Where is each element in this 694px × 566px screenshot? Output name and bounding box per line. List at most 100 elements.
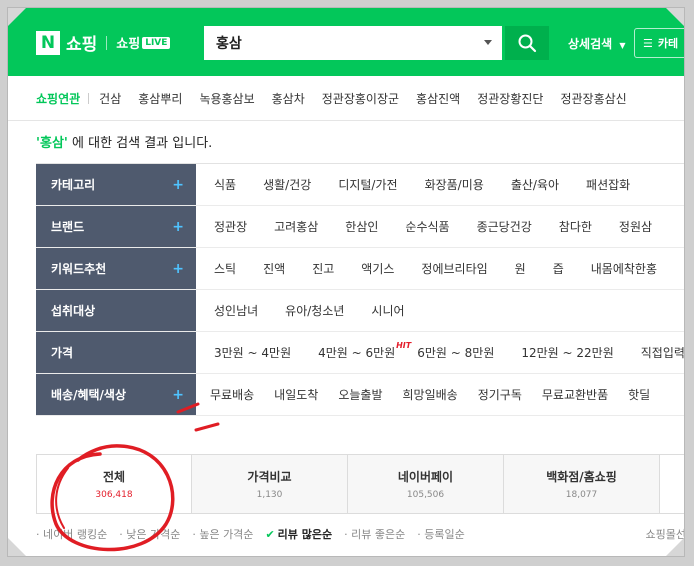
tab-department-store[interactable]: 백화점/홈쇼핑 18,077 [504,455,660,513]
related-keyword[interactable]: 정관장홍삼신 [560,90,626,107]
search-button[interactable] [505,26,549,60]
filter-option[interactable]: 식품 [214,176,236,193]
filter-option[interactable]: 출산/육아 [511,176,559,193]
result-tabs: 전체 306,418 가격비교 1,130 네이버페이 105,506 백화점/… [36,454,684,514]
filter-option[interactable]: 패션잡화 [586,176,630,193]
filter-row-delivery: 배송/혜택/색상 + 무료배송 내일도착 오늘출발 희망일배송 정기구독 무료교환… [36,374,684,416]
filter-option[interactable]: 내일도착 [274,386,318,403]
hit-badge: HIT [396,341,412,350]
filter-option[interactable]: 핫딜 [628,386,650,403]
chevron-down-icon: ▼ [619,41,626,50]
result-message: '홍삼' 에 대한 검색 결과 입니다. [36,132,212,151]
search-input[interactable] [214,34,458,52]
filter-option[interactable]: 성인남녀 [214,302,258,319]
filter-option[interactable]: 참다한 [559,218,592,235]
frame-corner [8,538,26,556]
filter-option[interactable]: 정에브리타임 [421,260,487,277]
filter-option[interactable]: 즙 [553,260,564,277]
category-button[interactable]: ☰ 카테 [634,28,684,58]
filter-option-hit[interactable]: 4만원 ~ 6만원 HIT [318,341,411,361]
sort-option[interactable]: · 낮은 가격순 [119,526,180,542]
filter-label[interactable]: 카테고리 + [36,164,196,205]
check-icon: ✔ [265,528,275,541]
filter-option[interactable]: 시니어 [371,302,404,319]
sort-option[interactable]: · 등록일순 [417,526,464,542]
tab-label: 가격비교 [247,470,292,484]
filter-label-text: 키워드추천 [51,262,107,276]
filter-option[interactable]: 유아/청소년 [285,302,344,319]
filter-label[interactable]: 키워드추천 + [36,248,196,289]
filter-option[interactable]: 12만원 ~ 22만원 [521,344,613,361]
related-keyword[interactable]: 정관장황진단 [477,90,543,107]
tab-count: 306,418 [95,490,133,500]
logo-text: 쇼핑 [66,35,98,55]
sort-option[interactable]: · 리뷰 좋은순 [344,526,405,542]
related-keyword[interactable]: 홍삼차 [272,90,305,107]
filter-option[interactable]: 정기구독 [478,386,522,403]
filter-option[interactable]: 액기스 [361,260,394,277]
tab-all[interactable]: 전체 306,418 [36,455,192,513]
related-keyword[interactable]: 홍삼뿌리 [138,90,182,107]
filter-label: 섭취대상 [36,290,196,331]
filter-option[interactable]: 화장품/미용 [425,176,484,193]
related-divider [88,92,90,104]
tab-price-compare[interactable]: 가격비교 1,130 [192,455,348,513]
related-label: 쇼핑연관 [36,91,81,106]
result-keyword: '홍삼' [36,136,68,151]
filter-option[interactable]: 한삼인 [345,218,378,235]
filter-label-text: 브랜드 [51,220,85,234]
sort-option-active[interactable]: ✔ 리뷰 많은순 [265,526,332,542]
filter-option[interactable]: 정관장 [214,218,247,235]
filter-row-price: 가격 3만원 ~ 4만원 4만원 ~ 6만원 HIT 6만원 ~ 8만원 12만원… [36,332,684,374]
filter-label-text: 섭취대상 [51,304,96,318]
category-button-label: 카테 [657,37,679,50]
filter-row-keyword: 키워드추천 + 스틱 진액 진고 액기스 정에브리타임 원 즙 내몸에착한홍 [36,248,684,290]
tab-label: 네이버페이 [397,470,454,484]
filter-row-brand: 브랜드 + 정관장 고려홍삼 한삼인 순수식품 종근당건강 참다한 정원삼 [36,206,684,248]
filter-option-text: 4만원 ~ 6만원 [318,346,396,360]
sort-option[interactable]: · 높은 가격순 [192,526,253,542]
filter-label[interactable]: 배송/혜택/색상 + [36,374,196,415]
filter-option[interactable]: 생활/건강 [263,176,311,193]
tab-naver-pay[interactable]: 네이버페이 105,506 [348,455,504,513]
filter-option[interactable]: 6만원 ~ 8만원 [417,344,494,361]
filter-option[interactable]: 오늘출발 [338,386,382,403]
filter-option[interactable]: 스틱 [214,260,236,277]
filter-option[interactable]: 무료배송 [210,386,254,403]
tab-count: 105,506 [406,490,445,500]
expand-plus-icon[interactable]: + [172,261,184,277]
tab-count: 18,077 [565,490,598,500]
shopping-live-link[interactable]: 쇼핑 [116,33,140,52]
expand-plus-icon[interactable]: + [172,177,184,193]
sort-option[interactable]: · 네이버 랭킹순 [36,526,107,542]
sort-option-label: 높은 가격순 [199,528,254,541]
detail-search-button[interactable]: 상세검색 ▼ [568,35,626,52]
frame-corner [666,8,684,26]
related-keyword[interactable]: 정관장홍이장군 [322,90,399,107]
autocomplete-toggle-icon[interactable] [484,40,492,45]
expand-plus-icon[interactable]: + [172,387,184,403]
filter-option[interactable]: 내몸에착한홍 [591,260,657,277]
filter-option[interactable]: 무료교환반품 [542,386,608,403]
filter-option[interactable]: 순수식품 [405,218,449,235]
related-keyword[interactable]: 녹용홍삼보 [199,90,254,107]
filter-option[interactable]: 정원삼 [619,218,652,235]
filter-option[interactable]: 고려홍삼 [274,218,318,235]
filter-option[interactable]: 디지털/가전 [338,176,397,193]
filter-option[interactable]: 종근당건강 [477,218,532,235]
filter-row-target: 섭취대상 성인남녀 유아/청소년 시니어 [36,290,684,332]
related-keyword[interactable]: 홍삼진액 [416,90,460,107]
filter-option[interactable]: 직접입력 [641,344,684,361]
naver-shopping-logo[interactable]: N 쇼핑 쇼핑 LIVE [36,30,171,55]
filter-option[interactable]: 3만원 ~ 4만원 [214,344,291,361]
filter-option[interactable]: 진액 [263,260,285,277]
filter-label[interactable]: 브랜드 + [36,206,196,247]
frame-corner [666,538,684,556]
related-keyword[interactable]: 건삼 [99,90,121,107]
tab-label: 백화점/홈쇼핑 [546,470,617,484]
filter-option[interactable]: 원 [515,260,526,277]
filter-option[interactable]: 진고 [312,260,334,277]
tab-count: 1,130 [256,490,283,500]
filter-option[interactable]: 희망일배송 [403,386,458,403]
expand-plus-icon[interactable]: + [172,219,184,235]
